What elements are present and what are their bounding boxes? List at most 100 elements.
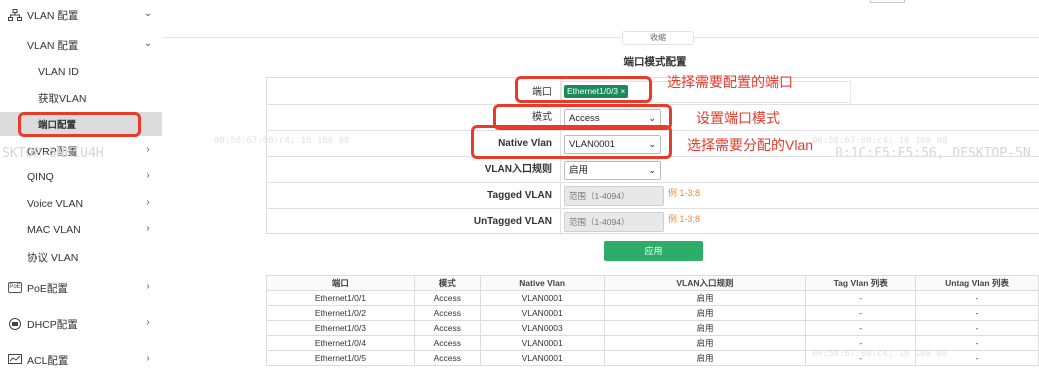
form-row-tagged-vlan: Tagged VLAN 范围（1-4094） 例 1-3;8 [267,183,1039,209]
cell-tag-vlan: - [805,350,917,366]
sidebar-item-label: QINQ [27,171,54,183]
chevron-down-icon: ⌄ [143,38,153,49]
form-row-ingress-rule: VLAN入口规则 启用 ⌄ [267,157,1039,183]
column-header: Tag Vlan 列表 [805,275,917,291]
sidebar-item-protocol-vlan[interactable]: 协议 VLAN [0,245,162,269]
cell-untag-vlan: - [915,305,1039,321]
sidebar-item-vlan-config[interactable]: VLAN 配置 ⌄ [0,3,162,27]
table-row[interactable]: Ethernet1/0/2 Access VLAN0001 启用 - - [266,305,1039,321]
sidebar-item-mac-vlan[interactable]: MAC VLAN › [0,218,162,242]
form-row-port: 端口 Ethernet1/0/3 × [267,78,1039,105]
sidebar-item-label: 获取VLAN [38,92,87,105]
cell-mode: Access [413,350,481,366]
highlight-native-vlan [471,125,672,159]
cell-untag-vlan: - [915,290,1039,306]
sidebar-item-voice-vlan[interactable]: Voice VLAN › [0,192,162,216]
form-row-untagged-vlan: UnTagged VLAN 范围（1-4094） 例 1-3;8 [267,209,1039,235]
sidebar-item-label: VLAN 配置 [27,39,79,52]
cell-tag-vlan: - [805,290,917,306]
chevron-right-icon: › [146,353,150,364]
sidebar-item-vlan-id[interactable]: VLAN ID [0,60,162,84]
chevron-right-icon: › [146,223,150,234]
cell-mode: Access [413,320,481,336]
cell-port: Ethernet1/0/3 [266,320,415,336]
tagged-vlan-hint: 例 1-3;8 [668,188,701,198]
chevron-down-icon: ⌄ [143,8,153,19]
chevron-down-icon: ⌄ [648,165,656,175]
cell-port: Ethernet1/0/5 [266,350,415,366]
table-row[interactable]: Ethernet1/0/1 Access VLAN0001 启用 - - [266,290,1039,306]
cell-ingress-rule: 启用 [603,320,807,336]
cell-port: Ethernet1/0/1 [266,290,415,306]
cell-untag-vlan: - [915,320,1039,336]
cell-mode: Access [413,305,481,321]
cell-untag-vlan: - [915,350,1039,366]
sidebar-item-get-vlan[interactable]: 获取VLAN [0,86,162,110]
tagged-vlan-input[interactable]: 范围（1-4094） [564,186,664,206]
cell-port: Ethernet1/0/2 [266,305,415,321]
untagged-vlan-input[interactable]: 范围（1-4094） [564,212,664,232]
sidebar-item-poe[interactable]: PoE PoE配置 › [0,276,162,300]
ingress-rule-select[interactable]: 启用 ⌄ [564,161,661,180]
annotation-native-vlan: 选择需要分配的Vlan [687,137,814,153]
port-table: 端口 模式 Native Vlan VLAN入口规则 Tag Vlan 列表 U… [266,275,1039,366]
table-row[interactable]: Ethernet1/0/5 Access VLAN0001 启用 - - [266,350,1039,366]
ingress-rule-value: 启用 [569,165,589,176]
chevron-right-icon: › [146,170,150,181]
cell-tag-vlan: - [805,335,917,351]
dhcp-icon [9,318,21,330]
cell-tag-vlan: - [805,305,917,321]
apply-button[interactable]: 应用 [604,241,703,261]
chevron-right-icon: › [146,197,150,208]
cell-native-vlan: VLAN0001 [479,350,605,366]
cell-native-vlan: VLAN0003 [479,320,605,336]
sidebar-item-label: PoE配置 [27,282,68,295]
ingress-rule-label: VLAN入口规则 [484,164,552,175]
cell-port: Ethernet1/0/4 [266,335,415,351]
column-header: 端口 [266,275,415,291]
untagged-vlan-label: UnTagged VLAN [473,216,552,227]
annotation-mode: 设置端口模式 [696,110,780,126]
cell-native-vlan: VLAN0001 [479,335,605,351]
divider [560,183,561,209]
cell-mode: Access [413,335,481,351]
sidebar: VLAN 配置 ⌄ VLAN 配置 ⌄ VLAN ID 获取VLAN 端口配置 … [0,0,162,373]
sidebar-item-label: ACL配置 [27,354,69,367]
page-title: 端口模式配置 [623,56,687,68]
column-header: VLAN入口规则 [603,275,807,291]
annotation-port: 选择需要配置的端口 [667,74,793,90]
column-header: Untag Vlan 列表 [915,275,1039,291]
divider [560,209,561,235]
untagged-vlan-hint: 例 1-3;8 [668,214,701,224]
chevron-right-icon: › [146,317,150,328]
highlight-port [515,76,652,103]
table-row[interactable]: Ethernet1/0/3 Access VLAN0003 启用 - - [266,320,1039,336]
cell-native-vlan: VLAN0001 [479,290,605,306]
cell-ingress-rule: 启用 [603,335,807,351]
highlight-port-config [18,112,141,137]
sidebar-item-label: VLAN ID [38,66,79,78]
cell-ingress-rule: 启用 [603,350,807,366]
watermark: SKTOP-5NKIU4H [2,146,104,161]
cell-native-vlan: VLAN0001 [479,305,605,321]
cell-tag-vlan: - [805,320,917,336]
sidebar-item-label: VLAN 配置 [27,9,79,22]
sidebar-item-dhcp[interactable]: DHCP配置 › [0,312,162,336]
network-icon [8,9,22,21]
sidebar-item-qinq[interactable]: QINQ › [0,165,162,189]
cell-ingress-rule: 启用 [603,305,807,321]
table-row[interactable]: Ethernet1/0/4 Access VLAN0001 启用 - - [266,335,1039,351]
sidebar-item-acl[interactable]: ACL配置 › [0,348,162,372]
sidebar-item-label: 协议 VLAN [27,251,79,264]
cell-mode: Access [413,290,481,306]
tagged-vlan-label: Tagged VLAN [487,190,552,201]
cell-untag-vlan: - [915,335,1039,351]
sidebar-item-label: Voice VLAN [27,198,84,210]
table-header-row: 端口 模式 Native Vlan VLAN入口规则 Tag Vlan 列表 U… [266,275,1039,291]
poe-icon: PoE [8,282,22,293]
column-header: Native Vlan [479,275,605,291]
sidebar-item-vlan-config-sub[interactable]: VLAN 配置 ⌄ [0,33,162,57]
collapse-button[interactable]: 收缩 [622,31,694,45]
chevron-right-icon: › [146,144,150,155]
cell-ingress-rule: 启用 [603,290,807,306]
